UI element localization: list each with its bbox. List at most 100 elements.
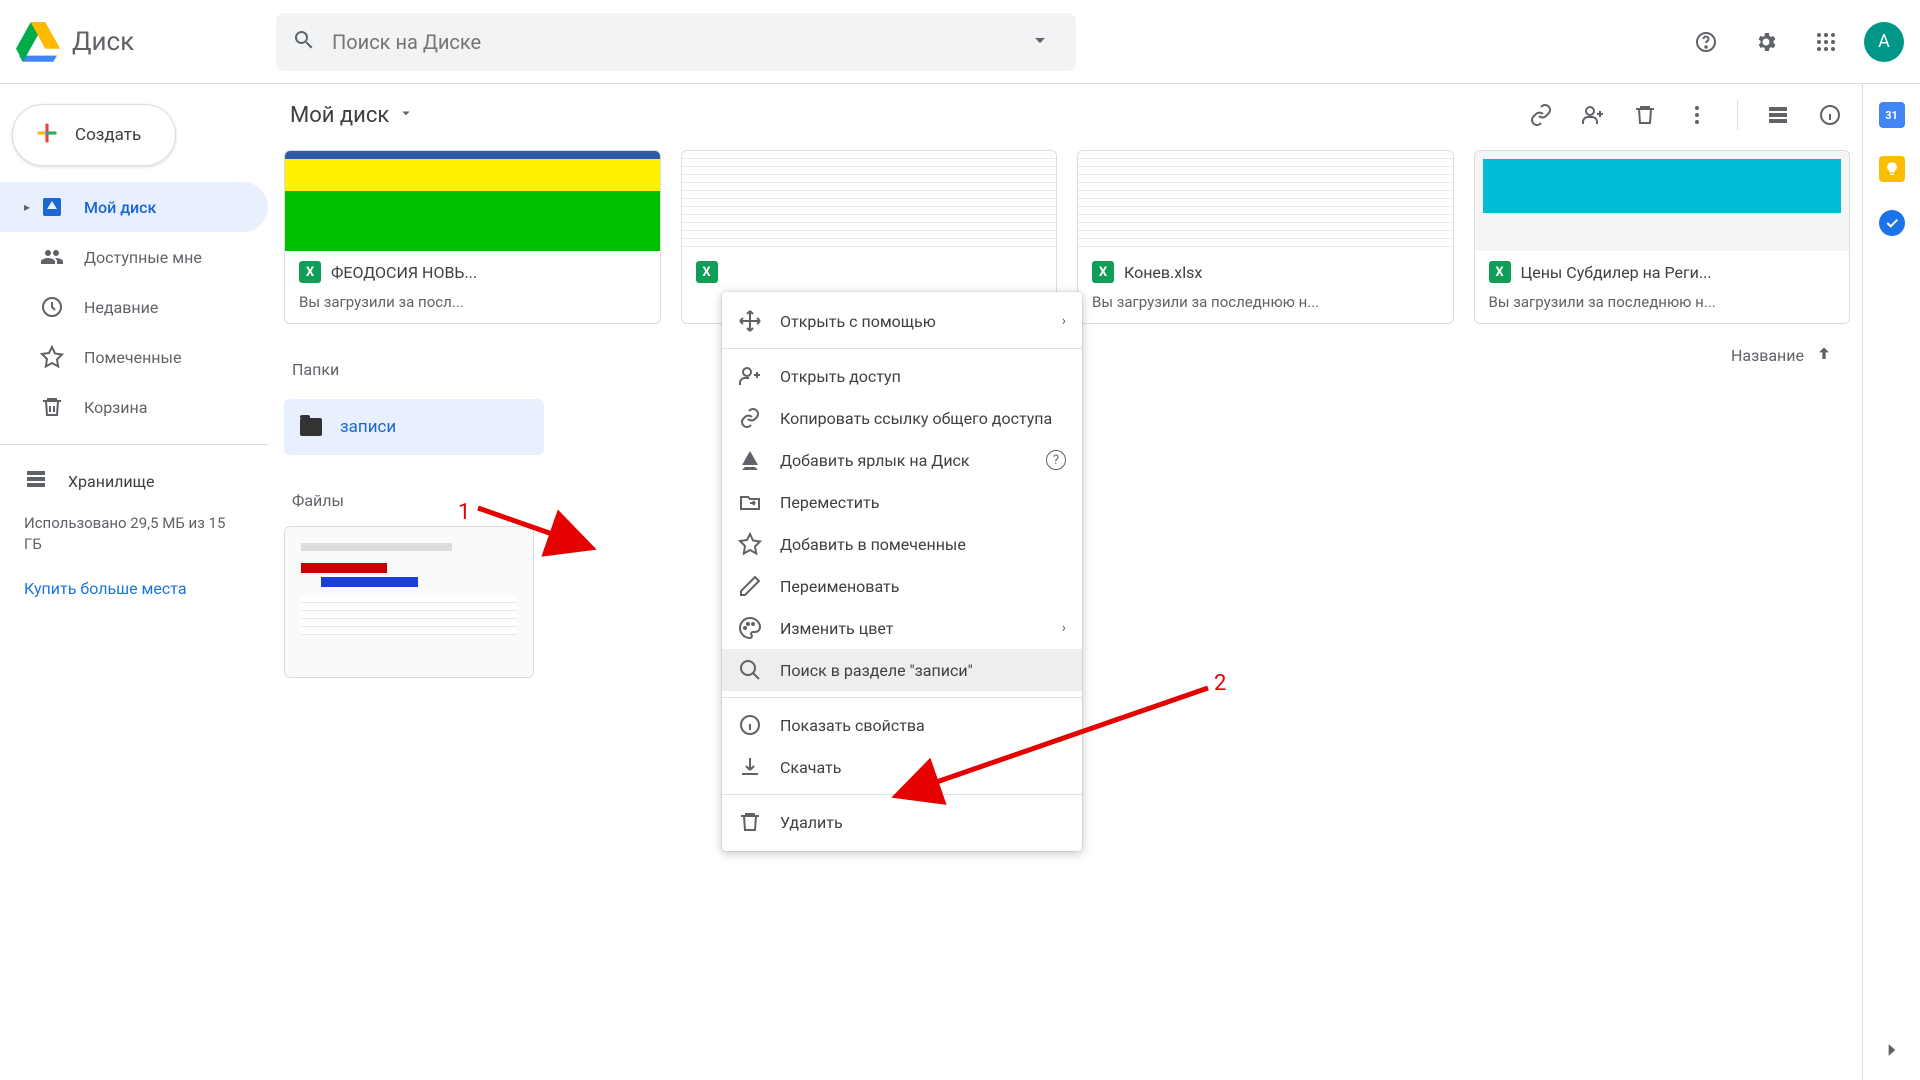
settings-icon[interactable]: [1744, 20, 1788, 64]
storage-label: Хранилище: [68, 472, 154, 491]
share-button[interactable]: [1573, 95, 1613, 135]
tasks-app-icon[interactable]: [1879, 210, 1905, 236]
sidebar: Создать ▸ Мой диск Доступные мне: [0, 84, 268, 1080]
palette-icon: [738, 616, 762, 640]
file-subtitle: Вы загрузили за последнюю н...: [1475, 293, 1850, 323]
folders-section-label: Папки: [292, 360, 339, 379]
sidebar-label: Недавние: [84, 298, 158, 317]
search-icon: [738, 658, 762, 682]
menu-add-shortcut[interactable]: Добавить ярлык на Диск ?: [722, 439, 1082, 481]
sidebar-item-storage[interactable]: Хранилище: [24, 457, 244, 505]
menu-search-in[interactable]: Поиск в разделе "записи": [722, 649, 1082, 691]
drive-shortcut-icon: [738, 448, 762, 472]
star-icon: [738, 532, 762, 556]
sidebar-item-recent[interactable]: Недавние: [0, 282, 268, 332]
pencil-icon: [738, 574, 762, 598]
my-drive-icon: [40, 195, 64, 219]
storage-icon: [24, 467, 48, 495]
file-thumbnail: [682, 151, 1057, 251]
file-subtitle: Вы загрузили за последнюю н...: [1078, 293, 1453, 323]
details-button[interactable]: [1810, 95, 1850, 135]
search-options-icon[interactable]: [1020, 20, 1060, 64]
sidebar-label: Мой диск: [84, 198, 156, 217]
menu-rename[interactable]: Переименовать: [722, 565, 1082, 607]
menu-delete[interactable]: Удалить: [722, 801, 1082, 843]
move-icon: [738, 309, 762, 333]
info-icon: [738, 713, 762, 737]
logo-area[interactable]: Диск: [16, 22, 276, 62]
trash-icon: [40, 395, 64, 419]
menu-change-color[interactable]: Изменить цвет ›: [722, 607, 1082, 649]
shared-icon: [40, 245, 64, 269]
sheets-icon: X: [696, 261, 718, 283]
folder-item[interactable]: записи: [284, 399, 544, 455]
file-thumbnail: [1475, 151, 1850, 251]
sheets-icon: X: [1489, 261, 1511, 283]
file-title: Конев.xlsx: [1124, 263, 1202, 282]
file-thumbnail: [1078, 151, 1453, 251]
sort-button[interactable]: Название: [1731, 344, 1850, 368]
sidebar-item-starred[interactable]: Помеченные: [0, 332, 268, 382]
search-input[interactable]: [332, 30, 1020, 54]
expand-arrow-icon[interactable]: ▸: [24, 200, 36, 214]
clock-icon: [40, 295, 64, 319]
menu-move[interactable]: Переместить: [722, 481, 1082, 523]
search-icon: [292, 28, 316, 56]
folder-name: записи: [340, 417, 396, 437]
suggestion-card[interactable]: X Конев.xlsx Вы загрузили за последнюю н.…: [1077, 150, 1454, 324]
create-label: Создать: [75, 125, 141, 145]
suggestion-card[interactable]: X ФЕОДОСИЯ НОВЬ... Вы загрузили за посл..…: [284, 150, 661, 324]
sheets-icon: X: [299, 261, 321, 283]
chevron-right-icon: ›: [1062, 620, 1066, 636]
right-side-panel: 31: [1862, 84, 1920, 1080]
sheets-icon: X: [1092, 261, 1114, 283]
create-button[interactable]: Создать: [12, 104, 176, 166]
sidebar-label: Помеченные: [84, 348, 181, 367]
app-name: Диск: [72, 27, 134, 57]
breadcrumb[interactable]: Мой диск: [290, 103, 415, 128]
more-actions-button[interactable]: [1677, 95, 1717, 135]
sidebar-item-my-drive[interactable]: ▸ Мой диск: [0, 182, 268, 232]
search-bar[interactable]: [276, 13, 1076, 71]
sidebar-label: Корзина: [84, 398, 147, 417]
menu-download[interactable]: Скачать: [722, 746, 1082, 788]
file-card[interactable]: [284, 526, 534, 678]
folder-move-icon: [738, 490, 762, 514]
file-subtitle: Вы загрузили за посл...: [285, 293, 660, 323]
list-view-button[interactable]: [1758, 95, 1798, 135]
sidebar-item-shared[interactable]: Доступные мне: [0, 232, 268, 282]
arrow-up-icon: [1814, 344, 1834, 368]
plus-icon: [33, 119, 61, 151]
storage-usage: Использовано 29,5 МБ из 15 ГБ: [24, 513, 244, 555]
account-avatar[interactable]: А: [1864, 22, 1904, 62]
file-title: Цены Субдилер на Реги...: [1521, 263, 1712, 282]
breadcrumb-label: Мой диск: [290, 103, 389, 128]
trash-icon: [738, 810, 762, 834]
person-add-icon: [738, 364, 762, 388]
chevron-down-icon: [397, 103, 415, 128]
delete-button[interactable]: [1625, 95, 1665, 135]
menu-star[interactable]: Добавить в помеченные: [722, 523, 1082, 565]
chevron-right-icon: ›: [1062, 313, 1066, 329]
menu-open-with[interactable]: Открыть с помощью ›: [722, 300, 1082, 342]
folder-icon: [300, 418, 322, 436]
support-icon[interactable]: [1684, 20, 1728, 64]
file-thumbnail: [285, 151, 660, 251]
calendar-app-icon[interactable]: 31: [1879, 102, 1905, 128]
file-thumbnail: [285, 527, 533, 677]
download-icon: [738, 755, 762, 779]
keep-app-icon[interactable]: [1879, 156, 1905, 182]
sidebar-label: Доступные мне: [84, 248, 202, 267]
menu-copy-link[interactable]: Копировать ссылку общего доступа: [722, 397, 1082, 439]
link-icon: [738, 406, 762, 430]
buy-storage-link[interactable]: Купить больше места: [24, 579, 244, 598]
sidebar-item-trash[interactable]: Корзина: [0, 382, 268, 432]
apps-icon[interactable]: [1804, 20, 1848, 64]
hide-panel-icon[interactable]: [1882, 1040, 1902, 1064]
file-title: ФЕОДОСИЯ НОВЬ...: [331, 263, 477, 282]
suggestion-card[interactable]: X Цены Субдилер на Реги... Вы загрузили з…: [1474, 150, 1851, 324]
get-link-button[interactable]: [1521, 95, 1561, 135]
help-icon[interactable]: ?: [1046, 450, 1066, 470]
context-menu: Открыть с помощью › Открыть доступ Копир…: [722, 292, 1082, 851]
menu-details[interactable]: Показать свойства: [722, 704, 1082, 746]
